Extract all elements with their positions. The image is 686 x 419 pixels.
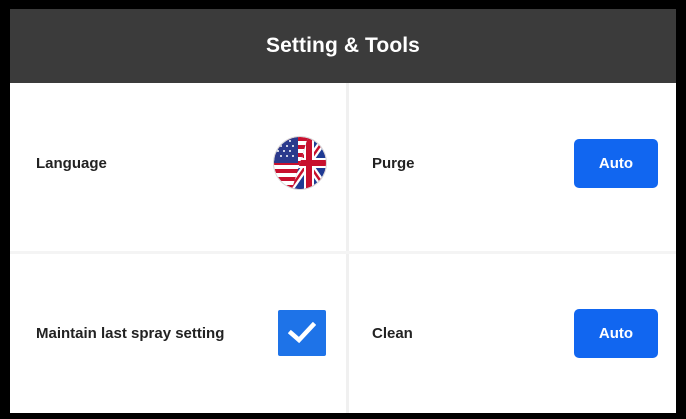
page-title: Setting & Tools: [266, 34, 420, 57]
clean-setting: Clean Auto: [372, 305, 658, 361]
header-bar: Setting & Tools: [10, 9, 676, 83]
language-setting: Language: [36, 135, 326, 191]
settings-window: Setting & Tools Language Purge Auto Main…: [0, 0, 686, 419]
settings-grid: Language Purge Auto Maintain last spray …: [10, 83, 676, 413]
us-uk-flag-icon[interactable]: [274, 137, 326, 189]
purge-auto-button[interactable]: Auto: [574, 138, 658, 188]
clean-auto-button[interactable]: Auto: [574, 308, 658, 358]
purge-setting: Purge Auto: [372, 135, 658, 191]
clean-label: Clean: [372, 324, 413, 342]
maintain-spray-setting: Maintain last spray setting: [36, 305, 326, 361]
horizontal-divider: [10, 251, 676, 254]
purge-label: Purge: [372, 154, 415, 172]
maintain-spray-checkbox[interactable]: [278, 310, 326, 356]
vertical-divider: [346, 83, 349, 413]
maintain-spray-label: Maintain last spray setting: [36, 324, 225, 342]
language-label: Language: [36, 154, 107, 172]
checkmark-icon: [288, 322, 316, 344]
